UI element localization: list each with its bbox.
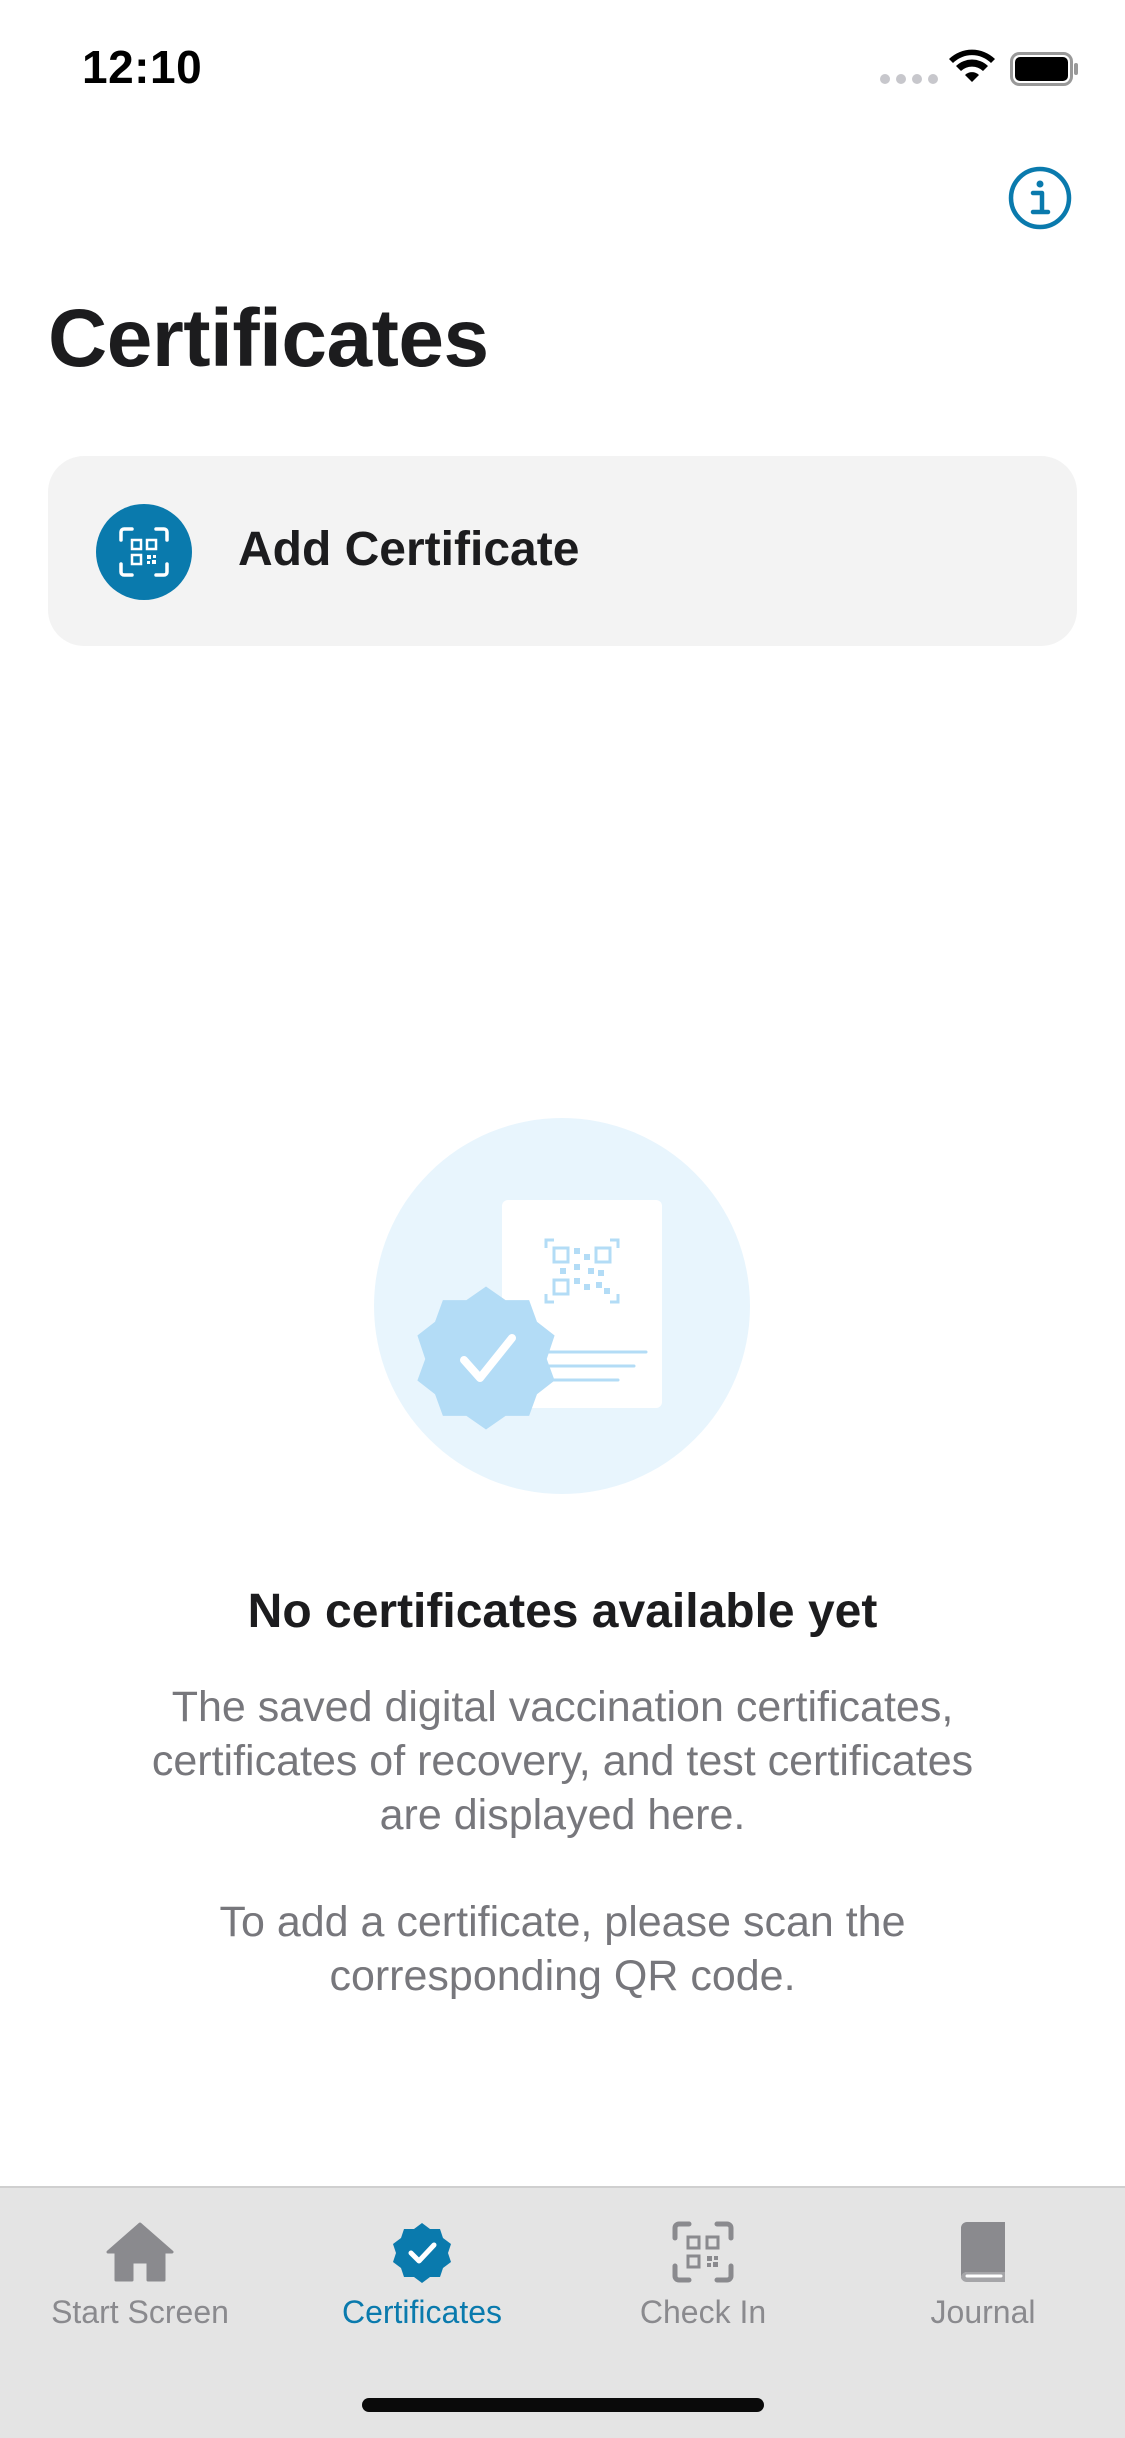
qr-scan-icon xyxy=(672,2221,734,2283)
info-button[interactable] xyxy=(1008,166,1072,230)
tab-journal[interactable]: Journal xyxy=(843,2210,1123,2350)
qr-scan-icon xyxy=(96,504,192,600)
battery-icon xyxy=(1010,52,1078,86)
empty-certificates-illustration xyxy=(374,1118,750,1494)
tab-certificates[interactable]: Certificates xyxy=(282,2210,562,2350)
tab-start-screen[interactable]: Start Screen xyxy=(0,2210,280,2350)
home-icon xyxy=(106,2222,174,2282)
empty-state-description: The saved digital vaccination certificat… xyxy=(151,1683,974,1839)
info-icon xyxy=(1008,166,1072,230)
tab-label: Journal xyxy=(930,2294,1036,2330)
tab-label: Check In xyxy=(639,2294,767,2330)
add-certificate-label: Add Certificate xyxy=(238,523,580,576)
tab-label: Start Screen xyxy=(51,2294,229,2330)
status-time: 12:10 xyxy=(82,41,203,93)
wifi-icon xyxy=(949,49,995,82)
status-bar: 12:10 xyxy=(0,0,1125,132)
book-icon xyxy=(961,2222,1005,2283)
empty-state-title: No certificates available yet xyxy=(247,1585,878,1638)
tab-label: Certificates xyxy=(341,2294,503,2330)
add-certificate-button[interactable]: Add Certificate xyxy=(48,456,1077,646)
certificate-badge-icon xyxy=(393,2223,451,2283)
home-indicator[interactable] xyxy=(362,2398,764,2412)
cellular-signal-icon xyxy=(880,74,938,84)
empty-state-hint: To add a certificate, please scan the co… xyxy=(219,1898,906,2000)
tab-check-in[interactable]: Check In xyxy=(563,2210,843,2350)
page-title: Certificates xyxy=(48,293,489,384)
